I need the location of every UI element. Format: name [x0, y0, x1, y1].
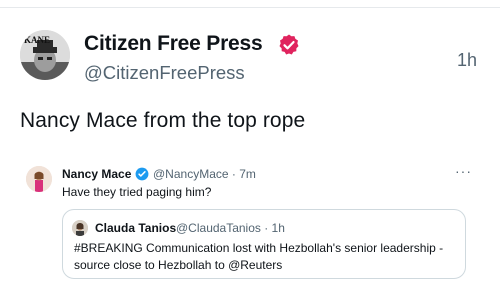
author-handle[interactable]: @CitizenFreePress	[84, 62, 245, 84]
verified-badge-icon	[135, 167, 149, 181]
divider	[0, 7, 500, 8]
nested-author-handle-time[interactable]: @ClaudaTanios · 1h	[176, 221, 285, 235]
quoted-author-name[interactable]: Nancy Mace	[62, 167, 131, 181]
nested-tweet-text: #BREAKING Communication lost with Hezbol…	[74, 241, 444, 272]
nested-avatar-image	[72, 220, 88, 236]
quoted-author-handle-time[interactable]: @NancyMace · 7m	[153, 167, 256, 181]
verified-badge-icon	[279, 34, 299, 55]
nested-author-avatar[interactable]	[72, 220, 88, 236]
tweet-text: Nancy Mace from the top rope	[20, 109, 306, 132]
avatar-logo-text: KANE	[24, 35, 50, 45]
more-options-icon[interactable]: ···	[455, 163, 472, 179]
author-avatar[interactable]: KANE	[20, 30, 70, 80]
nested-author-name[interactable]: Clauda Tanios	[95, 221, 176, 235]
quoted-tweet-text: Have they tried paging him?	[62, 185, 212, 199]
quoted-avatar-image	[26, 166, 52, 192]
tweet-timestamp[interactable]: 1h	[457, 50, 477, 71]
author-name[interactable]: Citizen Free Press	[84, 32, 263, 56]
avatar-image: KANE	[20, 30, 70, 80]
quoted-author-avatar[interactable]	[26, 166, 52, 192]
